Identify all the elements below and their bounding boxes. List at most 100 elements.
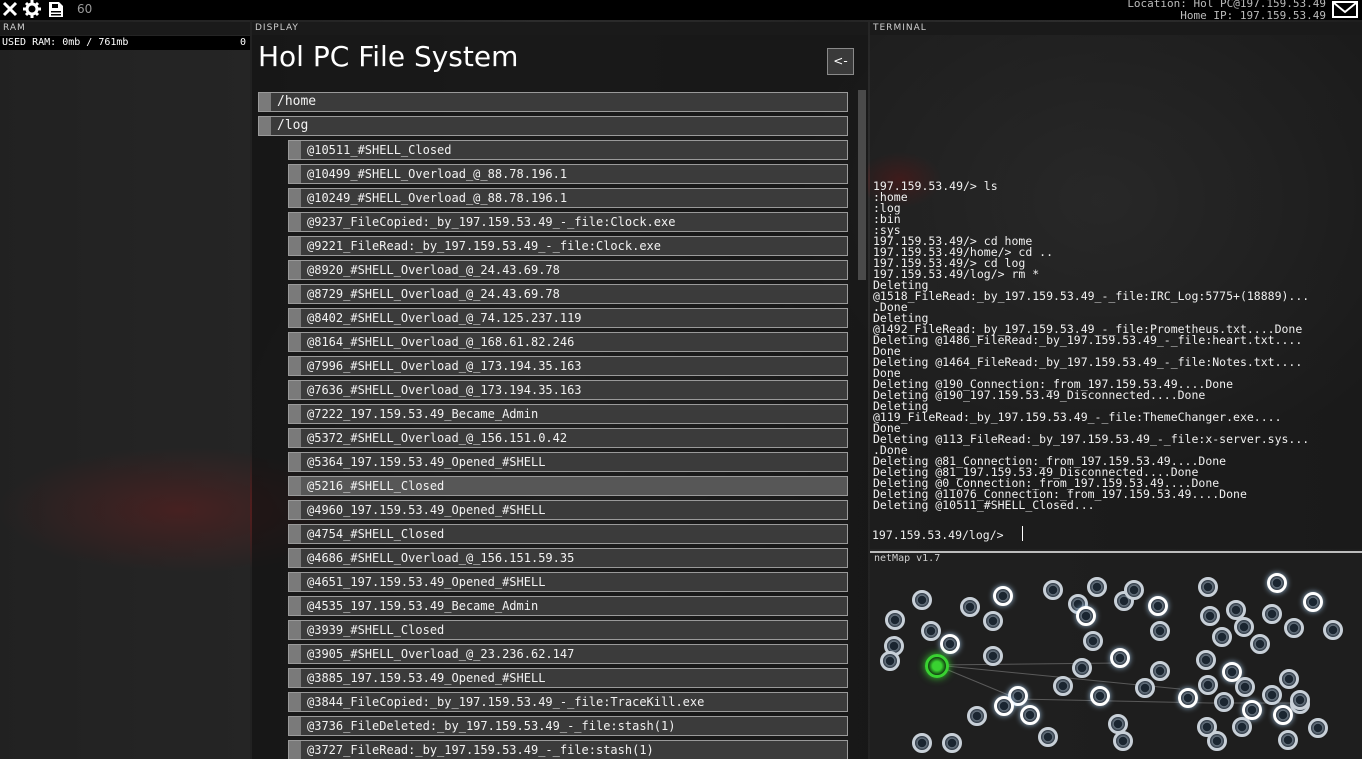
terminal-prompt[interactable]: 197.159.53.49/log/> [872,528,1004,542]
network-node-icon[interactable] [1235,677,1255,697]
home-node-icon[interactable] [925,654,949,678]
file-row[interactable]: @4651_197.159.53.49_Opened_#SHELL [288,572,848,592]
terminal-line: 197.159.53.49/log/> rm * [873,267,1040,281]
network-node-icon[interactable] [1250,634,1270,654]
network-node-icon[interactable] [1087,577,1107,597]
network-node-icon[interactable] [993,586,1013,606]
network-node-icon[interactable] [994,696,1014,716]
network-node-icon[interactable] [1214,692,1234,712]
network-node-icon[interactable] [1279,669,1299,689]
file-row[interactable]: @9221_FileRead:_by_197.159.53.49_-_file:… [288,236,848,256]
network-node-icon[interactable] [1290,690,1310,710]
file-row[interactable]: @7636_#SHELL_Overload_@_173.194.35.163 [288,380,848,400]
file-row[interactable]: @4754_#SHELL_Closed [288,524,848,544]
file-row[interactable]: @8920_#SHELL_Overload_@_24.43.69.78 [288,260,848,280]
file-row[interactable]: @3905_#SHELL_Overload_@_23.236.62.147 [288,644,848,664]
network-node-icon[interactable] [942,733,962,753]
network-node-icon[interactable] [983,646,1003,666]
network-node-icon[interactable] [921,621,941,641]
network-node-icon[interactable] [1083,631,1103,651]
ram-usage-bar: USED RAM: 0mb / 761mb 0 [0,36,250,50]
ram-process-count: 0 [239,37,246,48]
file-row[interactable]: @3939_#SHELL_Closed [288,620,848,640]
terminal-line: Deleting @113_FileRead:_by_197.159.53.49… [873,432,1310,446]
terminal-line: Deleting @190_197.159.53.49_Disconnected… [873,388,1206,402]
ram-panel [0,20,250,759]
file-row[interactable]: @7222_197.159.53.49_Became_Admin [288,404,848,424]
network-node-icon[interactable] [1148,596,1168,616]
network-node-icon[interactable] [1043,580,1063,600]
network-node-icon[interactable] [1308,718,1328,738]
network-node-icon[interactable] [1267,573,1287,593]
network-node-icon[interactable] [1323,620,1343,640]
network-node-icon[interactable] [983,611,1003,631]
file-row[interactable]: @4535_197.159.53.49_Became_Admin [288,596,848,616]
file-row[interactable]: @5372_#SHELL_Overload_@_156.151.0.42 [288,428,848,448]
network-node-icon[interactable] [1198,675,1218,695]
network-node-icon[interactable] [1072,658,1092,678]
network-node-icon[interactable] [1262,685,1282,705]
file-row[interactable]: @3736_FileDeleted:_by_197.159.53.49_-_fi… [288,716,848,736]
network-node-icon[interactable] [1135,678,1155,698]
page-title: Hol PC File System [258,40,519,73]
network-node-icon[interactable] [1020,705,1040,725]
file-row[interactable]: @3727_FileRead:_by_197.159.53.49_-_file:… [288,740,848,759]
close-icon[interactable] [1,0,19,18]
network-node-icon[interactable] [1113,731,1133,751]
file-row[interactable]: @5216_#SHELL_Closed [288,476,848,496]
network-node-icon[interactable] [1150,661,1170,681]
terminal-line: :log [873,201,901,215]
file-row[interactable]: @10499_#SHELL_Overload_@_88.78.196.1 [288,164,848,184]
network-node-icon[interactable] [1110,648,1130,668]
gear-icon[interactable] [23,0,41,18]
back-button[interactable]: <- [827,48,854,75]
file-row[interactable]: @7996_#SHELL_Overload_@_173.194.35.163 [288,356,848,376]
file-row[interactable]: @9237_FileCopied:_by_197.159.53.49_-_fil… [288,212,848,232]
network-node-icon[interactable] [1090,686,1110,706]
network-node-icon[interactable] [1234,617,1254,637]
netmap-label: netMap v1.7 [874,553,941,564]
network-node-icon[interactable] [1303,592,1323,612]
network-node-icon[interactable] [1200,606,1220,626]
network-node-icon[interactable] [1278,730,1298,750]
ram-used-text: USED RAM: 0mb / 761mb [2,37,129,48]
network-node-icon[interactable] [1124,580,1144,600]
network-node-icon[interactable] [1212,627,1232,647]
network-node-icon[interactable] [1262,604,1282,624]
file-row[interactable]: @10511_#SHELL_Closed [288,140,848,160]
display-scrollbar[interactable] [858,90,866,280]
terminal-line: @119_FileRead:_by_197.159.53.49_-_file:T… [873,410,1282,424]
network-node-icon[interactable] [1196,650,1216,670]
network-node-icon[interactable] [912,590,932,610]
network-node-icon[interactable] [1053,676,1073,696]
file-row[interactable]: @5364_197.159.53.49_Opened_#SHELL [288,452,848,472]
file-row[interactable]: @4686_#SHELL_Overload_@_156.151.59.35 [288,548,848,568]
folder-row[interactable]: /log [258,116,848,136]
save-icon[interactable] [47,0,65,18]
network-node-icon[interactable] [1038,727,1058,747]
file-row[interactable]: @3885_197.159.53.49_Opened_#SHELL [288,668,848,688]
network-node-icon[interactable] [880,651,900,671]
network-node-icon[interactable] [1178,688,1198,708]
network-node-icon[interactable] [960,597,980,617]
file-row[interactable]: @10249_#SHELL_Overload_@_88.78.196.1 [288,188,848,208]
mail-icon[interactable] [1332,1,1358,18]
network-node-icon[interactable] [967,706,987,726]
file-row[interactable]: @8164_#SHELL_Overload_@_168.61.82.246 [288,332,848,352]
file-row[interactable]: @8729_#SHELL_Overload_@_24.43.69.78 [288,284,848,304]
network-node-icon[interactable] [1232,717,1252,737]
network-node-icon[interactable] [1198,577,1218,597]
terminal-output: 197.159.53.49/> ls:home:log:bin:sys 197.1… [873,180,1361,511]
terminal-line: Deleting @1486_FileRead:_by_197.159.53.4… [873,333,1303,347]
network-node-icon[interactable] [1207,731,1227,751]
network-node-icon[interactable] [1150,621,1170,641]
file-row[interactable]: @4960_197.159.53.49_Opened_#SHELL [288,500,848,520]
file-row[interactable]: @8402_#SHELL_Overload_@_74.125.237.119 [288,308,848,328]
folder-row[interactable]: /home [258,92,848,112]
network-node-icon[interactable] [885,610,905,630]
network-node-icon[interactable] [940,634,960,654]
file-row[interactable]: @3844_FileCopied:_by_197.159.53.49_-_fil… [288,692,848,712]
network-node-icon[interactable] [912,733,932,753]
network-node-icon[interactable] [1076,606,1096,626]
network-node-icon[interactable] [1284,618,1304,638]
